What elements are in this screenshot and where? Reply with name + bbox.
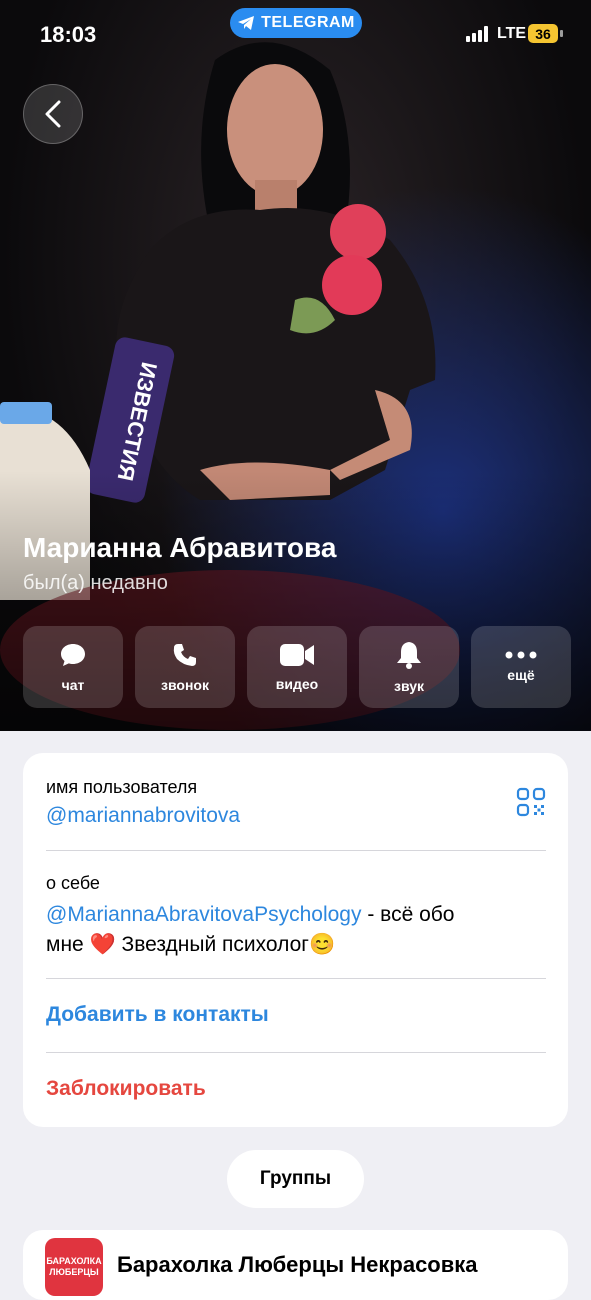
call-button[interactable]: звонок [135, 626, 235, 708]
bio-text: @MariannaAbravitovaPsychology - всё обо … [46, 900, 546, 960]
profile-actions: чат звонок видео звук ещё [23, 626, 571, 708]
status-time: 18:03 [40, 22, 97, 47]
profile-photo-header: ИЗВЕСТИЯ [0, 0, 591, 731]
group-name: Барахолка Люберцы Некрасовка [117, 1252, 478, 1277]
battery-level: 36 [535, 25, 551, 42]
video-button[interactable]: видео [247, 626, 347, 708]
chat-button[interactable]: чат [23, 626, 123, 708]
profile-info-card: имя пользователя @mariannabrovitova о се… [23, 753, 568, 1127]
bio-text-part-2: мне ❤️ Звездный психолог😊 [46, 933, 336, 956]
back-button[interactable] [23, 84, 83, 144]
video-button-label: видео [275, 676, 319, 692]
video-camera-icon [280, 644, 314, 666]
chat-bubble-icon [61, 644, 85, 666]
block-user-button[interactable]: Заблокировать [46, 1077, 546, 1101]
profile-name: Марианна Абравитова [23, 532, 337, 563]
divider [46, 1052, 546, 1053]
last-seen-status: был(а) недавно [23, 572, 168, 594]
sound-button-label: звук [393, 678, 424, 694]
add-to-contacts-button[interactable]: Добавить в контакты [46, 1003, 546, 1027]
group-list-item[interactable]: БАРАХОЛКА ЛЮБЕРЦЫ Барахолка Люберцы Некр… [23, 1230, 568, 1300]
bio-channel-link[interactable]: @MariannaAbravitovaPsychology [46, 903, 361, 926]
telegram-badge-label: TELEGRAM [261, 14, 355, 31]
bell-icon [397, 642, 421, 669]
telegram-plane-icon [238, 16, 255, 30]
call-button-label: звонок [161, 677, 209, 693]
status-bar: 18:03 TELEGRAM LTE 36 [0, 0, 591, 70]
more-button[interactable]: ещё [471, 626, 571, 708]
qr-code-icon[interactable] [516, 787, 546, 817]
group-avatar: БАРАХОЛКА ЛЮБЕРЦЫ [45, 1238, 103, 1296]
bio-row: о себе @MariannaAbravitovaPsychology - в… [46, 873, 546, 960]
network-type: LTE [497, 25, 527, 42]
sound-button[interactable]: звук [359, 626, 459, 708]
more-button-label: ещё [507, 667, 535, 683]
username-label: имя пользователя [46, 777, 198, 797]
battery-tip [560, 30, 563, 37]
divider [46, 978, 546, 979]
bio-text-part-1: - всё обо [361, 903, 455, 926]
divider [46, 850, 546, 851]
signal-icon [466, 26, 488, 42]
username-row[interactable]: имя пользователя @mariannabrovitova [46, 777, 546, 828]
chevron-left-icon [45, 100, 61, 128]
telegram-badge[interactable]: TELEGRAM [230, 8, 362, 38]
battery-icon: 36 [528, 24, 558, 43]
more-dots-icon [505, 651, 537, 659]
bio-label: о себе [46, 873, 100, 893]
phone-icon [173, 644, 196, 666]
chat-button-label: чат [61, 677, 85, 693]
username-value[interactable]: @mariannabrovitova [46, 804, 546, 828]
groups-tab-button[interactable]: Группы [227, 1150, 364, 1208]
